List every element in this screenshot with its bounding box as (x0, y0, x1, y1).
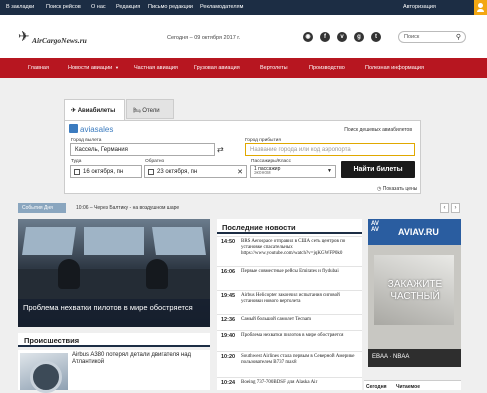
featured-story[interactable]: Проблема нехватки пилотов в мире обостря… (18, 219, 210, 327)
list-item[interactable]: 14:50 BRS Aerospace отправил в США сеть … (217, 236, 362, 265)
pax-class-select[interactable]: 1 пассажир эконом ▼ (250, 165, 336, 178)
pilot-figure (58, 259, 80, 289)
header: ✈ AirCargoNews.ru Сегодня – 09 октября 2… (0, 15, 487, 58)
topbar-link-editorial[interactable]: Редакция (116, 4, 140, 10)
nav-home[interactable]: Главная (28, 65, 49, 71)
pilot-figure (146, 259, 168, 289)
swap-icon[interactable]: ⇄ (217, 145, 224, 154)
chevron-right-icon[interactable]: › (451, 203, 460, 213)
tab-flights[interactable]: ✈ Авиабилеты (64, 99, 125, 121)
flight-search-widget: ✈ Авиабилеты 🛏 Отели aviasales Поиск деш… (64, 99, 421, 194)
pax-label: Пассажиры/Класс (251, 159, 291, 164)
ad-url: AVIAV.RU (398, 227, 439, 237)
main-nav: Главная Новости авиации ▼ Частная авиаци… (0, 58, 487, 78)
incident-title[interactable]: Airbus A380 потерял детали двигателя над… (72, 352, 210, 366)
depart-label: Туда (71, 159, 82, 164)
google-plus-icon[interactable]: g (354, 32, 364, 42)
chevron-down-icon: ▼ (327, 168, 332, 174)
topbar-link-advertisers[interactable]: Рекламодателям (200, 4, 243, 10)
from-field[interactable]: Кассель, Германия (70, 143, 215, 156)
list-item[interactable]: 19:45 Airbus Helicopter закончил испытан… (217, 290, 362, 308)
bed-icon: 🛏 (133, 108, 143, 114)
engine-thumbnail (20, 353, 68, 393)
tab-hotels[interactable]: 🛏 Отели (126, 99, 174, 119)
widget-body: aviasales Поиск дешевых авиабилетов Горо… (64, 120, 421, 194)
nav-helicopters[interactable]: Вертолеты (260, 65, 288, 71)
depart-date-field[interactable]: 16 октября, пн (70, 165, 142, 178)
search-icon[interactable]: ⚲ (456, 33, 461, 41)
nav-useful-info[interactable]: Полезная информация (365, 65, 424, 71)
rss-icon[interactable]: ◉ (303, 32, 313, 42)
nav-cargo[interactable]: Грузовая авиация (194, 65, 240, 71)
top-bar: В закладки Поиск рейсов О нас Редакция П… (0, 0, 487, 15)
incidents-heading: Происшествия (18, 333, 210, 347)
ad-headline: ЗАКАЖИТЕ ЧАСТНЫЙ (387, 279, 443, 302)
current-date: Сегодня – 09 октября 2017 г. (167, 35, 241, 41)
calendar-icon (74, 169, 80, 175)
search-input[interactable]: Поиск ⚲ (398, 31, 466, 43)
list-item[interactable]: 10:24 Boeing 737-700BDSF для Alaska Air (217, 377, 362, 390)
nav-production[interactable]: Производство (309, 65, 345, 71)
clear-icon[interactable]: ✕ (237, 168, 243, 176)
topbar-link-flights[interactable]: Поиск рейсов (46, 4, 81, 10)
aviasales-logo: aviasales (69, 124, 113, 134)
list-item[interactable]: 19:40 Проблема нехватки пилотов в мире о… (217, 330, 362, 350)
find-tickets-button[interactable]: Найти билеты (341, 161, 415, 178)
list-item[interactable]: Airbus A380 потерял детали двигателя над… (18, 350, 210, 393)
vk-icon[interactable]: v (337, 32, 347, 42)
nav-private[interactable]: Частная авиация (134, 65, 178, 71)
latest-news: Последние новости 14:50 BRS Aerospace от… (217, 219, 362, 390)
widget-hint: Поиск дешевых авиабилетов (344, 127, 412, 133)
topbar-link-bookmark[interactable]: В закладки (6, 4, 34, 10)
facebook-icon[interactable]: f (320, 32, 330, 42)
ad-footer: EBAA · NBAA (368, 349, 461, 367)
aviav-ad-banner[interactable]: AV AV AVIAV.RU ЗАКАЖИТЕ ЧАСТНЫЙ EBAA · NB… (368, 219, 461, 367)
nav-aviation-news[interactable]: Новости авиации (68, 65, 112, 71)
popular-tabs: Сегодня Читаемое (364, 380, 461, 390)
login-link[interactable]: Авторизация (403, 4, 436, 10)
chevron-left-icon[interactable]: ‹ (440, 203, 449, 213)
chevron-down-icon: ▼ (115, 65, 119, 70)
tab-most-read[interactable]: Читаемое (396, 384, 420, 390)
twitter-icon[interactable]: t (371, 32, 381, 42)
site-logo[interactable]: ✈ AirCargoNews.ru (18, 27, 88, 49)
list-item[interactable]: 16:06 Первые совместные рейсы Emirates и… (217, 266, 362, 284)
ticker-text[interactable]: 10:06 – Через Балтику - на воздушном шар… (76, 205, 179, 211)
calendar-icon (148, 169, 154, 175)
show-prices-link[interactable]: ◷ Показать цены (377, 186, 417, 192)
user-icon[interactable] (474, 0, 487, 15)
plane-logo-icon: ✈ (18, 28, 30, 44)
return-label: Обратно (145, 159, 165, 164)
topbar-link-letter[interactable]: Письмо редакции (148, 4, 193, 10)
return-date-field[interactable]: 23 октября, пн ✕ (144, 165, 247, 178)
latest-news-heading: Последние новости (217, 219, 362, 234)
aviav-logo: AV AV (371, 221, 379, 233)
list-item[interactable]: 10:20 Southwest Airlines стала первым в … (217, 351, 362, 375)
logo-text: AirCargoNews.ru (32, 36, 87, 45)
news-ticker: События Дня 10:06 – Через Балтику - на в… (18, 203, 461, 213)
tab-today[interactable]: Сегодня (366, 384, 387, 390)
topbar-link-about[interactable]: О нас (91, 4, 106, 10)
ticker-tag: События Дня (18, 203, 66, 213)
plane-icon: ✈ (71, 108, 78, 114)
to-field[interactable]: Название города или код аэропорта (245, 143, 415, 156)
featured-caption[interactable]: Проблема нехватки пилотов в мире обостря… (18, 299, 210, 327)
